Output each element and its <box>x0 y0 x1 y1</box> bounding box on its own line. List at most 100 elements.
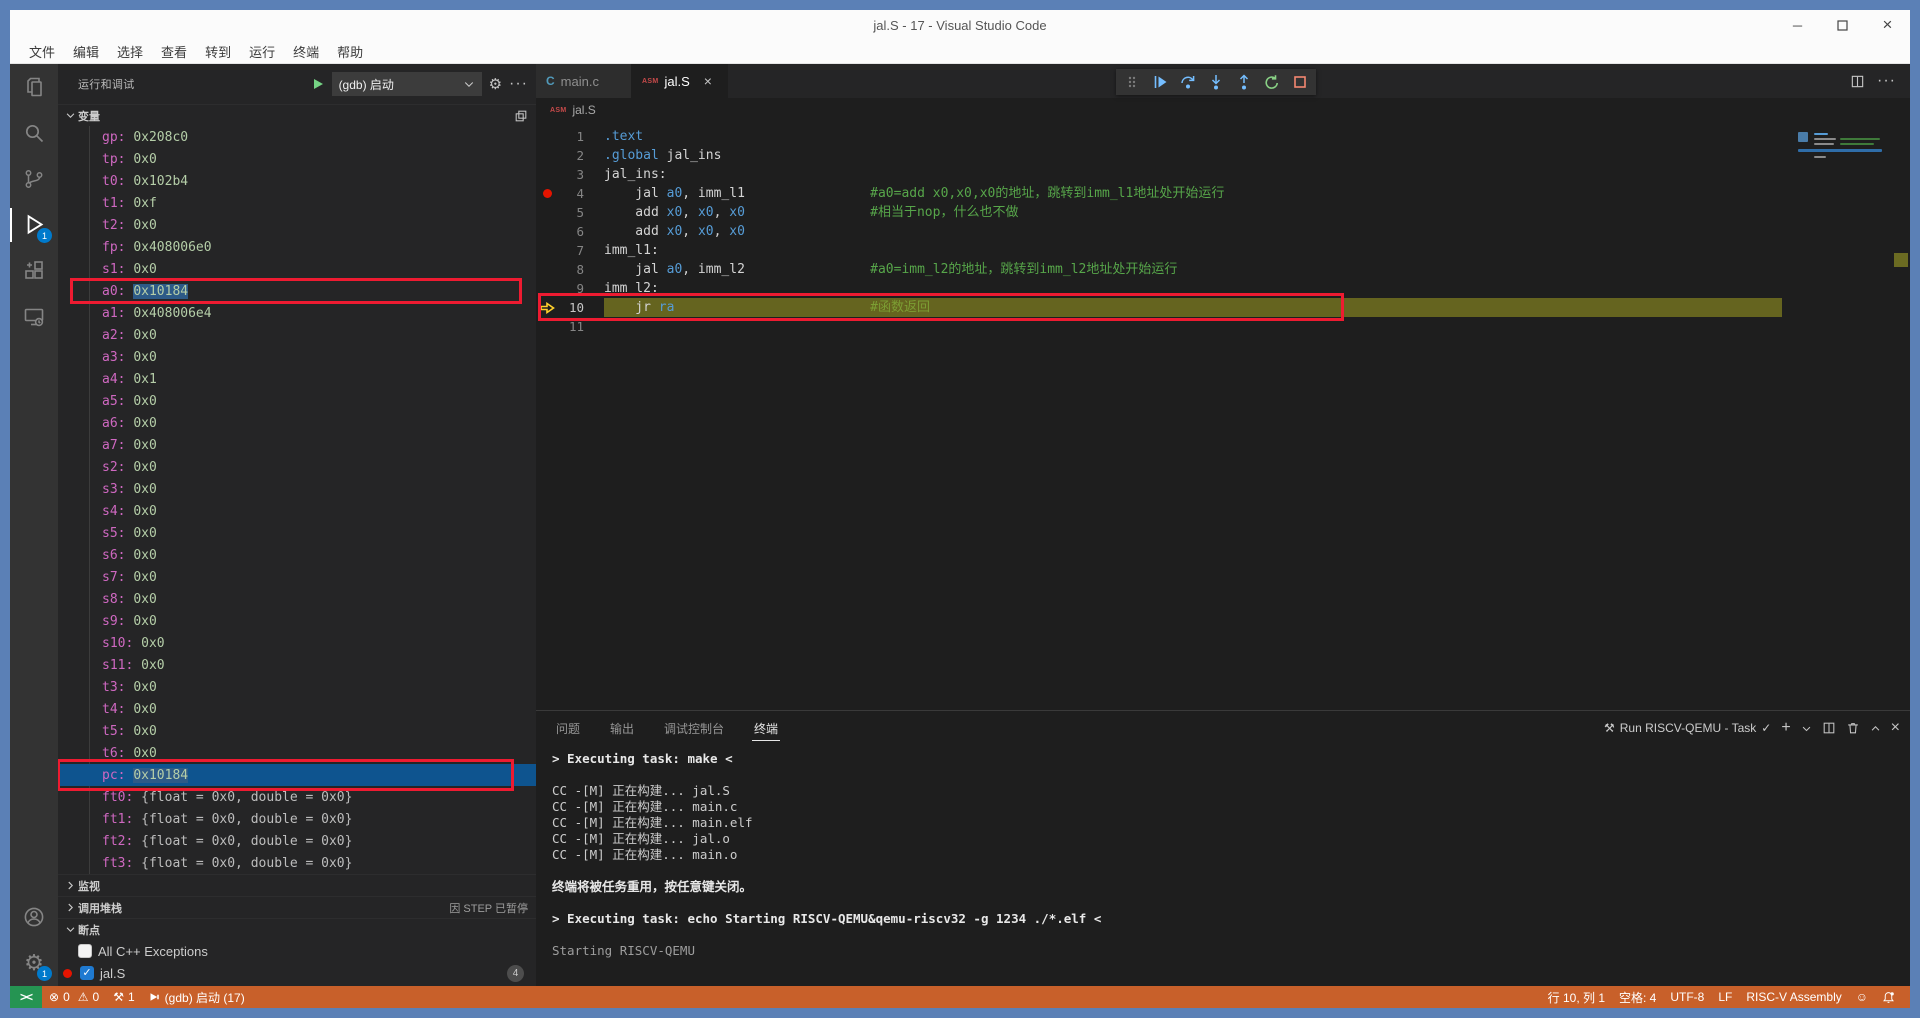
register-row-s4[interactable]: s4: 0x0 <box>58 500 536 522</box>
remote-indicator[interactable]: >< <box>10 986 42 1008</box>
tab-jal.S[interactable]: ASMjal.S× <box>632 64 728 98</box>
register-row-t2[interactable]: t2: 0x0 <box>58 214 536 236</box>
split-editor-icon[interactable] <box>1850 74 1865 89</box>
step-into-button[interactable] <box>1204 70 1228 94</box>
register-row-t5[interactable]: t5: 0x0 <box>58 720 536 742</box>
status-item[interactable]: LF <box>1711 986 1739 1008</box>
trash-icon[interactable] <box>1846 721 1860 735</box>
variables-section-header[interactable]: 变量 <box>58 104 536 126</box>
checkbox[interactable] <box>78 944 92 958</box>
register-row-s8[interactable]: s8: 0x0 <box>58 588 536 610</box>
gutter[interactable] <box>536 222 558 241</box>
code-editor[interactable]: 1.text2.global jal_ins3jal_ins:4 jal a0,… <box>536 122 1910 710</box>
gutter[interactable] <box>536 260 558 279</box>
minimap[interactable] <box>1798 130 1890 176</box>
callstack-section-header[interactable]: 调用堆栈 因 STEP 已暂停 <box>58 896 536 918</box>
gutter[interactable] <box>536 298 558 317</box>
register-row-s11[interactable]: s11: 0x0 <box>58 654 536 676</box>
new-terminal-icon[interactable]: + <box>1781 719 1790 737</box>
gutter[interactable] <box>536 146 558 165</box>
step-out-button[interactable] <box>1232 70 1256 94</box>
register-row-ft0[interactable]: ft0: {float = 0x0, double = 0x0} <box>58 786 536 808</box>
panel-tab-终端[interactable]: 终端 <box>752 714 780 743</box>
panel-tab-问题[interactable]: 问题 <box>554 714 582 743</box>
menu-item[interactable]: 转到 <box>196 40 240 63</box>
minimize-icon[interactable]: ─ <box>1775 10 1820 40</box>
register-row-pc[interactable]: pc: 0x10184 <box>58 764 536 786</box>
account-icon[interactable] <box>10 894 58 940</box>
register-row-a4[interactable]: a4: 0x1 <box>58 368 536 390</box>
close-tab-icon[interactable]: × <box>704 73 712 89</box>
gutter[interactable] <box>536 203 558 222</box>
register-row-ft1[interactable]: ft1: {float = 0x0, double = 0x0} <box>58 808 536 830</box>
menu-item[interactable]: 查看 <box>152 40 196 63</box>
register-row-a5[interactable]: a5: 0x0 <box>58 390 536 412</box>
menu-item[interactable]: 文件 <box>20 40 64 63</box>
problems-status[interactable]: ⊗0 ⚠0 <box>42 986 106 1008</box>
register-row-a6[interactable]: a6: 0x0 <box>58 412 536 434</box>
gutter[interactable] <box>536 241 558 260</box>
source-control-icon[interactable] <box>10 156 58 202</box>
continue-button[interactable] <box>1148 70 1172 94</box>
status-item[interactable]: UTF-8 <box>1663 986 1711 1008</box>
copy-value-icon[interactable] <box>514 109 528 123</box>
register-row-a7[interactable]: a7: 0x0 <box>58 434 536 456</box>
remote-explorer-icon[interactable] <box>10 294 58 340</box>
tab-main.c[interactable]: Cmain.c <box>536 64 632 98</box>
register-row-s2[interactable]: s2: 0x0 <box>58 456 536 478</box>
register-row-a2[interactable]: a2: 0x0 <box>58 324 536 346</box>
register-row-a0[interactable]: a0: 0x10184 <box>58 280 536 302</box>
gutter[interactable] <box>536 127 558 146</box>
breakpoint-gutter[interactable] <box>536 184 558 203</box>
checkbox[interactable]: ✓ <box>80 966 94 980</box>
maximize-icon[interactable] <box>1820 10 1865 40</box>
register-row-t6[interactable]: t6: 0x0 <box>58 742 536 764</box>
ports-status[interactable]: ⚒1 <box>106 986 141 1008</box>
close-panel-icon[interactable]: × <box>1891 719 1900 737</box>
status-item[interactable]: 空格: 4 <box>1612 986 1663 1008</box>
gutter[interactable] <box>536 317 558 336</box>
register-row-tp[interactable]: tp: 0x0 <box>58 148 536 170</box>
gutter[interactable] <box>536 279 558 298</box>
register-row-fp[interactable]: fp: 0x408006e0 <box>58 236 536 258</box>
register-row-gp[interactable]: gp: 0x208c0 <box>58 126 536 148</box>
menu-item[interactable]: 帮助 <box>328 40 372 63</box>
close-icon[interactable]: × <box>1865 10 1910 40</box>
drag-handle-icon[interactable] <box>1120 70 1144 94</box>
launch-config-select[interactable]: (gdb) 启动 <box>332 72 482 96</box>
more-actions-icon[interactable]: ··· <box>509 75 528 93</box>
register-row-s10[interactable]: s10: 0x0 <box>58 632 536 654</box>
register-row-s3[interactable]: s3: 0x0 <box>58 478 536 500</box>
register-row-s7[interactable]: s7: 0x0 <box>58 566 536 588</box>
register-row-s6[interactable]: s6: 0x0 <box>58 544 536 566</box>
register-row-s1[interactable]: s1: 0x0 <box>58 258 536 280</box>
gutter[interactable] <box>536 165 558 184</box>
debug-session-status[interactable]: (gdb) 启动 (17) <box>142 986 252 1008</box>
register-row-s5[interactable]: s5: 0x0 <box>58 522 536 544</box>
register-row-a1[interactable]: a1: 0x408006e4 <box>58 302 536 324</box>
debug-settings-gear-icon[interactable]: ⚙ <box>489 77 502 92</box>
debug-start-icon[interactable] <box>311 77 325 91</box>
register-row-t1[interactable]: t1: 0xf <box>58 192 536 214</box>
panel-tab-调试控制台[interactable]: 调试控制台 <box>662 714 726 743</box>
terminal-dropdown-icon[interactable] <box>1801 723 1812 734</box>
register-row-ft2[interactable]: ft2: {float = 0x0, double = 0x0} <box>58 830 536 852</box>
settings-gear-icon[interactable]: ⚙1 <box>10 940 58 986</box>
menu-item[interactable]: 编辑 <box>64 40 108 63</box>
terminal-output[interactable]: > Executing task: make < CC -[M] 正在构建...… <box>536 745 1910 986</box>
register-row-s9[interactable]: s9: 0x0 <box>58 610 536 632</box>
split-terminal-icon[interactable] <box>1822 721 1836 735</box>
terminal-task-label[interactable]: ⚒ Run RISCV-QEMU - Task ✓ <box>1604 721 1771 735</box>
stop-button[interactable] <box>1288 70 1312 94</box>
register-row-a3[interactable]: a3: 0x0 <box>58 346 536 368</box>
restart-button[interactable] <box>1260 70 1284 94</box>
explorer-icon[interactable] <box>10 64 58 110</box>
extensions-icon[interactable] <box>10 248 58 294</box>
breakpoint-item[interactable]: All C++ Exceptions <box>58 940 536 962</box>
register-row-t3[interactable]: t3: 0x0 <box>58 676 536 698</box>
search-icon[interactable] <box>10 110 58 156</box>
menu-item[interactable]: 选择 <box>108 40 152 63</box>
menu-item[interactable]: 运行 <box>240 40 284 63</box>
feedback-icon[interactable]: ☺ <box>1849 986 1875 1008</box>
run-debug-icon[interactable]: 1 <box>10 202 58 248</box>
